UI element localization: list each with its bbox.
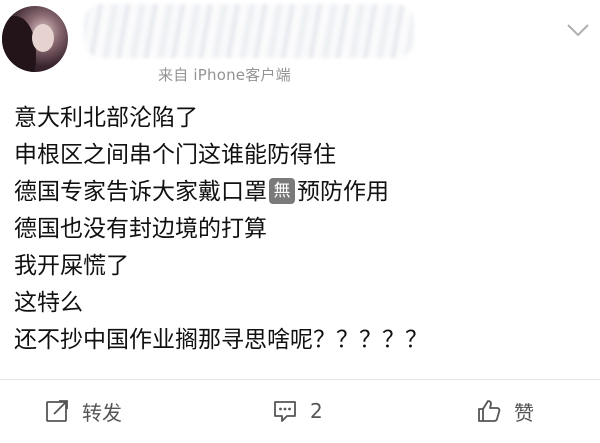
post-line-1: 意大利北部沦陷了	[14, 105, 198, 131]
post-header: 来自 iPhone客户端	[0, 0, 600, 96]
like-button[interactable]: 赞	[476, 394, 534, 428]
repost-icon	[46, 400, 68, 422]
avatar-face	[32, 24, 54, 52]
post-line-3: 德国专家告诉大家戴口罩無预防作用	[14, 174, 594, 211]
comment-button[interactable]: 2	[272, 394, 323, 428]
post-line-7: 还不抄中国作业搁那寻思啥呢？？？？？	[14, 327, 428, 353]
action-bar: 转发 2 赞	[0, 388, 600, 434]
post-line-3-part-a: 德国专家告诉大家戴口罩	[14, 179, 267, 205]
blurred-username	[84, 4, 414, 58]
comment-icon	[274, 401, 296, 422]
avatar-hair	[2, 16, 36, 72]
post-line-6: 这特么	[14, 290, 83, 316]
like-label: 赞	[514, 400, 534, 425]
divider	[0, 379, 600, 380]
post-content: 意大利北部沦陷了 申根区之间串个门这谁能防得住 德国专家告诉大家戴口罩無预防作用…	[14, 100, 594, 359]
repost-label: 转发	[82, 400, 122, 425]
comment-count: 2	[310, 399, 323, 423]
thumbs-up-icon	[478, 400, 501, 422]
avatar[interactable]	[2, 6, 68, 72]
post-line-5: 我开屎慌了	[14, 253, 129, 279]
post-line-3-part-b: 预防作用	[297, 179, 389, 205]
no-emoji-icon: 無	[269, 177, 295, 204]
repost-button[interactable]: 转发	[44, 394, 122, 428]
post-source: 来自 iPhone客户端	[158, 66, 291, 84]
post-line-2: 申根区之间串个门这谁能防得住	[14, 142, 336, 168]
post-line-4: 德国也没有封边境的打算	[14, 216, 267, 242]
chevron-down-icon[interactable]	[566, 22, 590, 38]
